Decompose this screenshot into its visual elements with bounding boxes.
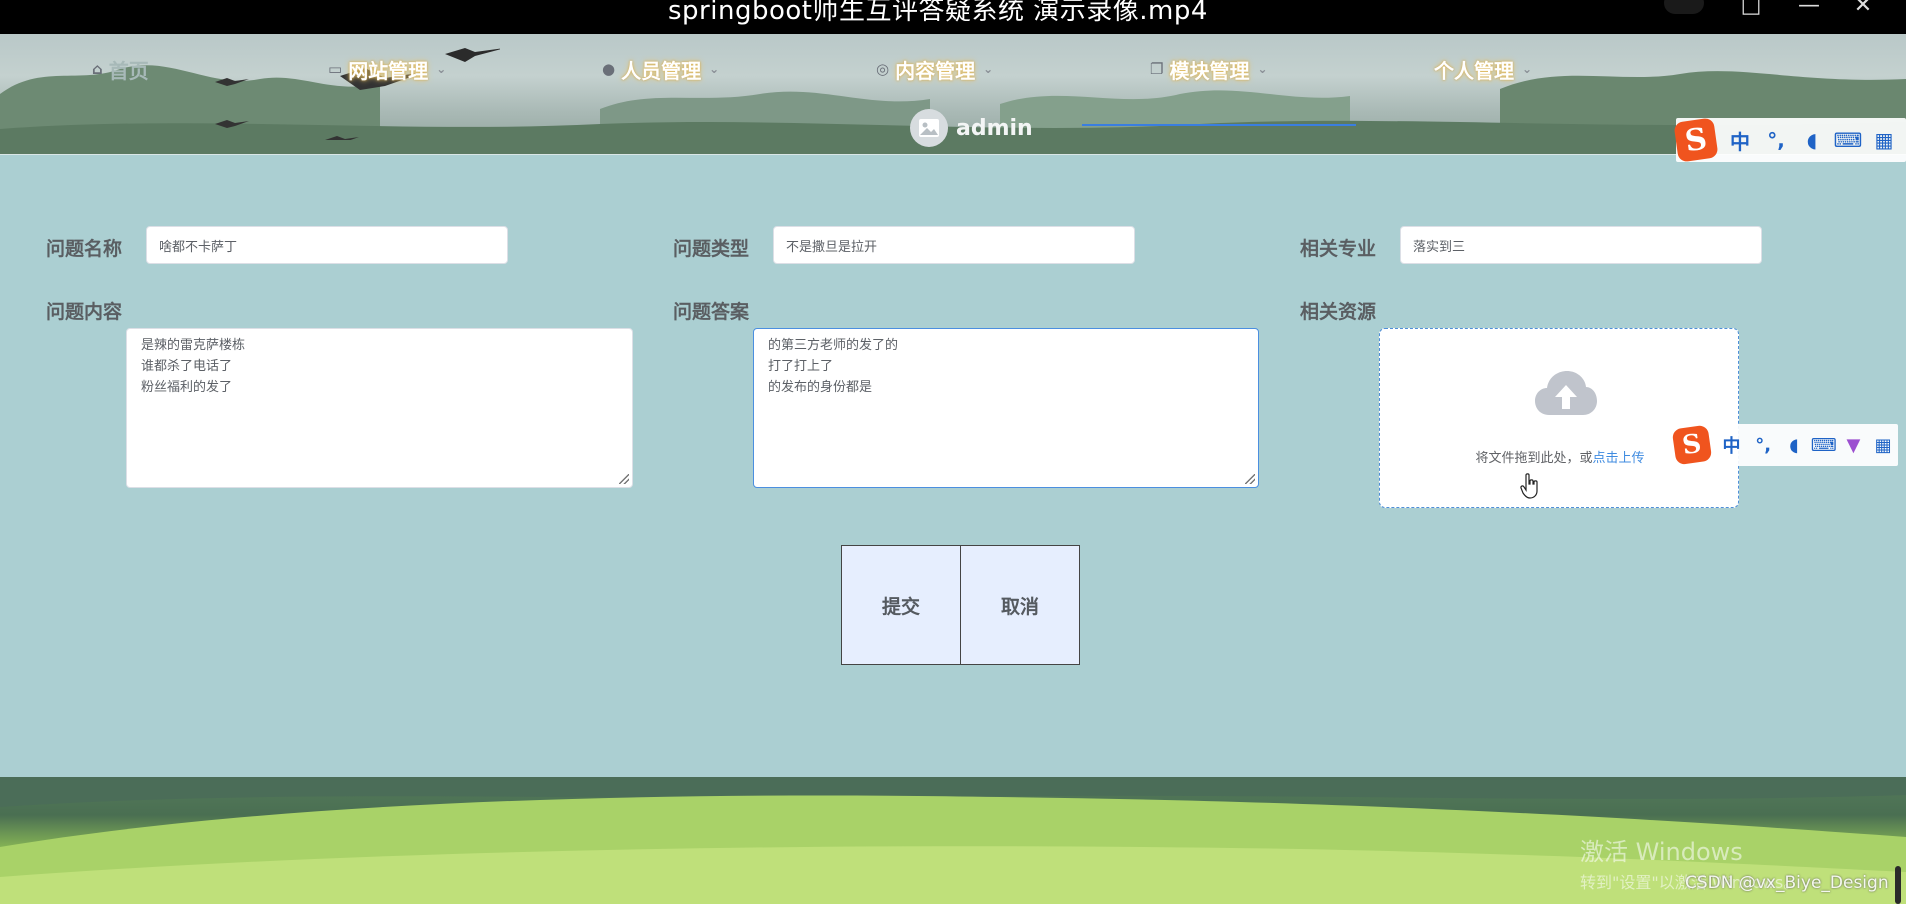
main-nav: ⌂ 首页 ▭ 网站管理 ⌄ ● 人员管理 ⌄ ◎ 内容管理 ⌄ ❐ 模块管理 ⌄… (0, 34, 1906, 94)
restore-icon[interactable]: □ (1736, 0, 1766, 18)
nav-item-personal-management[interactable]: 个人管理 ⌄ (1434, 54, 1532, 84)
keyboard-icon[interactable]: ⌨ (1809, 435, 1839, 456)
resize-grip-icon[interactable] (1245, 474, 1257, 486)
file-upload-dropzone[interactable]: 将文件拖到此处，或点击上传 (1379, 328, 1739, 508)
nav-item-label: 个人管理 (1434, 58, 1514, 83)
active-nav-indicator (1082, 124, 1356, 126)
question-name-input[interactable] (146, 226, 508, 264)
question-content-label: 问题内容 (46, 301, 123, 323)
nav-item-content-management[interactable]: ◎ 内容管理 ⌄ (876, 54, 993, 84)
scrollbar-thumb[interactable] (1895, 866, 1901, 904)
activation-title: 激活 Windows (1580, 838, 1743, 866)
submit-button[interactable]: 提交 (841, 545, 961, 665)
user-icon: ● (602, 60, 616, 78)
related-resource-label: 相关资源 (1300, 301, 1377, 323)
avatar (910, 109, 948, 147)
nav-item-label: 内容管理 (895, 58, 976, 83)
chevron-down-icon: ⌄ (436, 62, 447, 76)
chevron-down-icon: ⌄ (1257, 62, 1268, 76)
user-profile[interactable]: admin (910, 108, 1033, 148)
question-answer-label: 问题答案 (673, 301, 750, 323)
close-icon[interactable]: ✕ (1848, 0, 1878, 18)
apps-grid-icon[interactable]: ▦ (1866, 128, 1902, 152)
related-major-label: 相关专业 (1300, 238, 1377, 260)
ime-floating-toolbar[interactable]: S 中 °, ◖ ⌨ ▼ ▦ (1671, 424, 1898, 466)
nav-item-label: 网站管理 (348, 58, 429, 83)
ime-mode-toggle[interactable]: 中 (1716, 432, 1748, 458)
nav-item-label: 首页 (108, 58, 149, 83)
question-answer-textarea[interactable]: 的第三方老师的发了的 打了打上了 的发布的身份都是 (753, 328, 1259, 488)
microphone-icon[interactable]: ◖ (1779, 435, 1809, 456)
ime-mode-toggle[interactable]: 中 (1722, 126, 1758, 155)
nav-item-site-management[interactable]: ▭ 网站管理 ⌄ (328, 54, 446, 84)
site-header: ⌂ 首页 ▭ 网站管理 ⌄ ● 人员管理 ⌄ ◎ 内容管理 ⌄ ❐ 模块管理 ⌄… (0, 34, 1906, 155)
keyboard-icon[interactable]: ⌨ (1830, 128, 1866, 152)
chevron-down-icon: ⌄ (1522, 62, 1533, 76)
ime-toolbar[interactable]: S 中 °, ◖ ⌨ ▦ (1673, 117, 1906, 163)
chevron-down-icon: ⌄ (983, 62, 994, 76)
image-icon (919, 119, 939, 137)
minimize-icon[interactable]: — (1794, 0, 1824, 18)
copy-icon: ❐ (1150, 60, 1164, 78)
resize-grip-icon[interactable] (619, 474, 631, 486)
microphone-icon[interactable]: ◖ (1794, 128, 1830, 152)
nav-item-home[interactable]: ⌂ 首页 (92, 54, 149, 84)
sogou-logo-icon: S (1673, 117, 1719, 163)
nav-item-label: 模块管理 (1169, 58, 1250, 83)
cancel-button[interactable]: 取消 (960, 545, 1080, 665)
skin-shirt-icon[interactable]: ▼ (1839, 435, 1869, 456)
apps-grid-icon[interactable]: ▦ (1868, 435, 1898, 456)
click-upload-link[interactable]: 点击上传 (1593, 451, 1645, 466)
upload-hint-text: 将文件拖到此处，或 (1475, 451, 1593, 466)
chevron-down-icon: ⌄ (709, 62, 720, 76)
comment-icon: ▭ (328, 60, 343, 78)
upload-cloud-icon (1535, 371, 1597, 415)
question-content-textarea[interactable]: 是辣的雷克萨楼栋 谁都杀了电话了 粉丝福利的发了 (126, 328, 633, 488)
nav-item-module-management[interactable]: ❐ 模块管理 ⌄ (1150, 54, 1268, 84)
player-indicator (1664, 0, 1704, 14)
window-title: springboot师生互评答疑系统 演示录像.mp4 (668, 0, 1208, 26)
ime-punctuation-toggle[interactable]: °, (1747, 435, 1779, 456)
hand-cursor-icon (1520, 473, 1538, 499)
home-icon: ⌂ (92, 60, 103, 78)
csdn-watermark: CSDN @vx_Biye_Design (1685, 873, 1889, 893)
question-type-input[interactable] (773, 226, 1135, 264)
window-titlebar: springboot师生互评答疑系统 演示录像.mp4 □ — ✕ (0, 0, 1906, 34)
ime-punctuation-toggle[interactable]: °, (1758, 128, 1794, 152)
chat-icon: ◎ (876, 60, 890, 78)
nav-item-personnel-management[interactable]: ● 人员管理 ⌄ (602, 54, 719, 84)
question-name-label: 问题名称 (46, 238, 123, 260)
question-type-label: 问题类型 (673, 238, 750, 260)
username: admin (956, 115, 1033, 141)
related-major-input[interactable] (1400, 226, 1762, 264)
sogou-logo-icon: S (1671, 424, 1713, 466)
nav-item-label: 人员管理 (621, 58, 702, 83)
